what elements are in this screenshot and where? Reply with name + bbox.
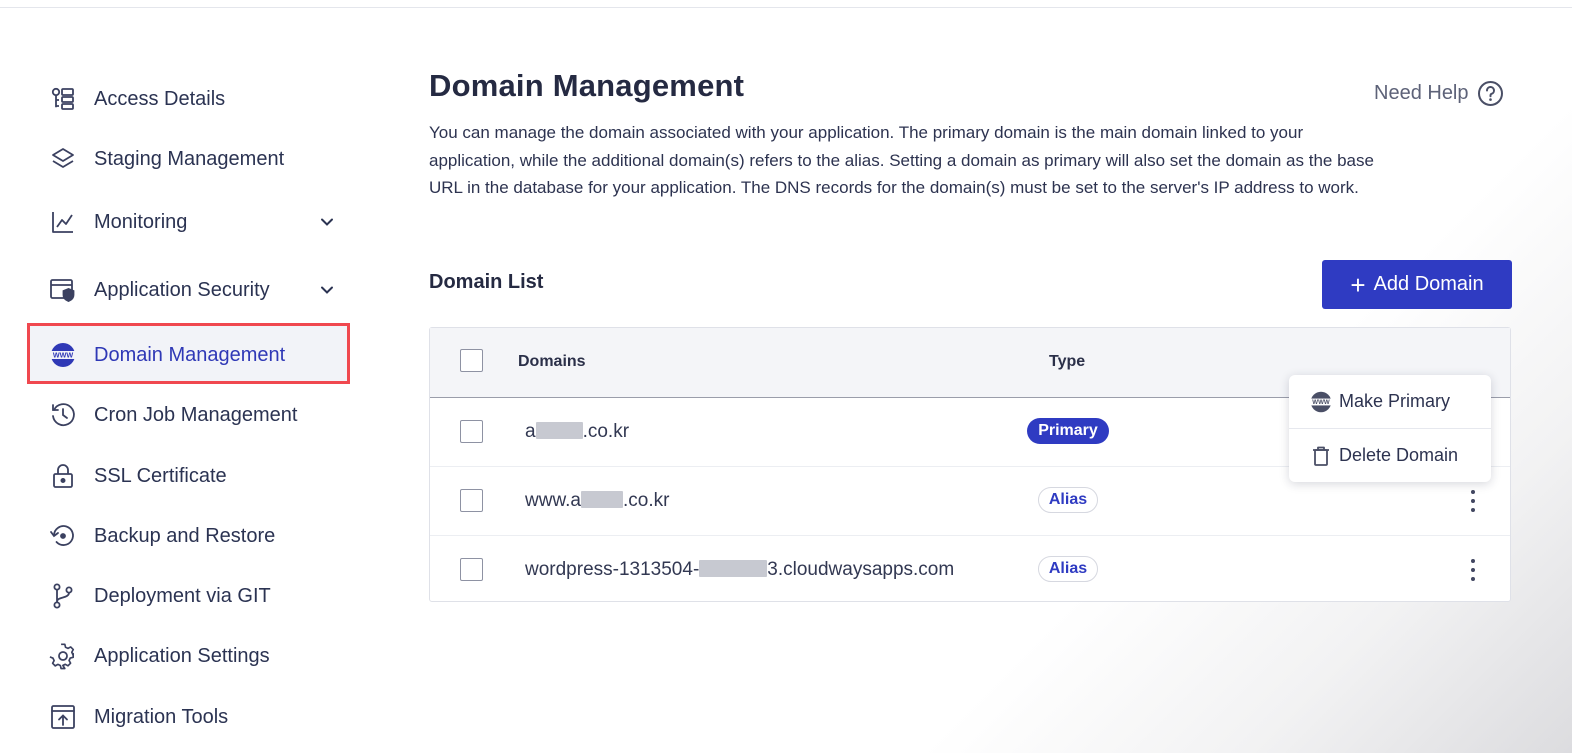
make-primary-label: Make Primary — [1339, 391, 1451, 411]
sidebar-item-backup-and-restore[interactable]: Backup and Restore — [48, 516, 338, 556]
type-badge-primary: Primary — [1027, 418, 1109, 444]
sidebar-item-cron-job-management[interactable]: Cron Job Management — [48, 395, 338, 435]
sidebar-item-label: Staging Management — [94, 147, 285, 170]
upload-box-icon — [48, 702, 78, 732]
domain-suffix: .co.kr — [582, 421, 630, 442]
type-badge-alias: Alias — [1038, 487, 1098, 513]
type-badge-alias: Alias — [1038, 556, 1098, 582]
need-help-link[interactable]: Need Help — [1374, 80, 1504, 107]
domain-list-title: Domain List — [429, 271, 544, 293]
sidebar-item-label: Application Security — [94, 278, 270, 301]
make-primary-menu-item[interactable]: WWW Make Primary — [1289, 375, 1491, 428]
row-checkbox[interactable] — [460, 558, 483, 581]
sidebar-item-domain-management[interactable]: WWW Domain Management — [48, 335, 338, 375]
sidebar-item-monitoring[interactable]: Monitoring — [48, 202, 338, 242]
access-details-icon — [48, 84, 78, 114]
chart-line-icon — [48, 207, 78, 237]
git-branch-icon — [48, 581, 78, 611]
domain-prefix: a — [525, 421, 536, 442]
svg-text:WWW: WWW — [1312, 399, 1330, 406]
sidebar-item-deployment-via-git[interactable]: Deployment via GIT — [48, 576, 338, 616]
add-domain-label: Add Domain — [1373, 273, 1484, 295]
sidebar-nav: Access Details Staging Management Monito… — [0, 0, 400, 753]
delete-domain-label: Delete Domain — [1339, 445, 1459, 465]
gear-icon — [48, 641, 78, 671]
app-security-icon — [48, 275, 78, 305]
backup-restore-icon — [48, 521, 78, 551]
row-context-menu: WWW Make Primary Delete Domain — [1289, 375, 1491, 482]
sidebar-item-staging-management[interactable]: Staging Management — [48, 139, 338, 179]
sidebar-item-ssl-certificate[interactable]: SSL Certificate — [48, 456, 338, 496]
page-description: You can manage the domain associated wit… — [429, 123, 1374, 197]
redacted-text — [580, 491, 623, 508]
table-row: wordpress-1313504- 3.cloudwaysapps.com Al… — [430, 535, 1510, 604]
sidebar-item-label: Monitoring — [94, 210, 188, 233]
trash-icon — [1308, 445, 1334, 467]
domain-name: wordpress-1313504- 3.cloudwaysapps.com — [525, 559, 954, 581]
question-circle-icon — [1477, 81, 1503, 106]
row-actions-menu-icon[interactable] — [1466, 559, 1480, 581]
sidebar-item-label: Backup and Restore — [94, 524, 276, 547]
sidebar-item-label: Domain Management — [94, 343, 286, 366]
www-globe-icon: WWW — [1308, 390, 1334, 414]
sidebar-item-application-settings[interactable]: Application Settings — [48, 636, 338, 676]
sidebar-item-label: Cron Job Management — [94, 403, 298, 426]
chevron-down-icon[interactable] — [318, 281, 336, 299]
redacted-text — [535, 422, 583, 439]
header-domains: Domains — [518, 353, 586, 370]
sidebar-item-label: Access Details — [94, 87, 226, 110]
plus-icon: + — [1350, 269, 1366, 300]
layers-icon — [48, 144, 78, 174]
sidebar-item-application-security[interactable]: Application Security — [48, 270, 338, 310]
add-domain-button[interactable]: + Add Domain — [1322, 260, 1512, 309]
domain-suffix: .co.kr — [622, 490, 670, 511]
history-clock-icon — [48, 400, 78, 430]
header-type: Type — [1049, 353, 1086, 370]
row-actions-menu-icon[interactable] — [1466, 490, 1480, 512]
chevron-down-icon[interactable] — [318, 213, 336, 231]
delete-domain-menu-item[interactable]: Delete Domain — [1289, 429, 1491, 482]
domain-prefix: wordpress-1313504- — [525, 559, 700, 580]
sidebar-item-migration-tools[interactable]: Migration Tools — [48, 697, 338, 737]
domain-suffix: 3.cloudwaysapps.com — [767, 559, 955, 580]
lock-icon — [48, 461, 78, 491]
sidebar-item-label: Migration Tools — [94, 705, 229, 728]
row-checkbox[interactable] — [460, 420, 483, 443]
domain-prefix: www.a — [525, 490, 581, 511]
domain-name: www.a .co.kr — [525, 490, 669, 512]
page-title: Domain Management — [429, 68, 745, 103]
sidebar-item-label: SSL Certificate — [94, 464, 227, 487]
row-checkbox[interactable] — [460, 489, 483, 512]
sidebar-item-label: Deployment via GIT — [94, 584, 271, 607]
select-all-checkbox[interactable] — [460, 349, 483, 372]
redacted-text — [699, 560, 768, 577]
sidebar-item-access-details[interactable]: Access Details — [48, 79, 338, 119]
need-help-label: Need Help — [1374, 82, 1469, 104]
domain-name: a .co.kr — [525, 421, 629, 443]
svg-text:WWW: WWW — [53, 351, 74, 360]
sidebar-item-label: Application Settings — [94, 644, 270, 667]
www-globe-icon: WWW — [48, 340, 78, 370]
